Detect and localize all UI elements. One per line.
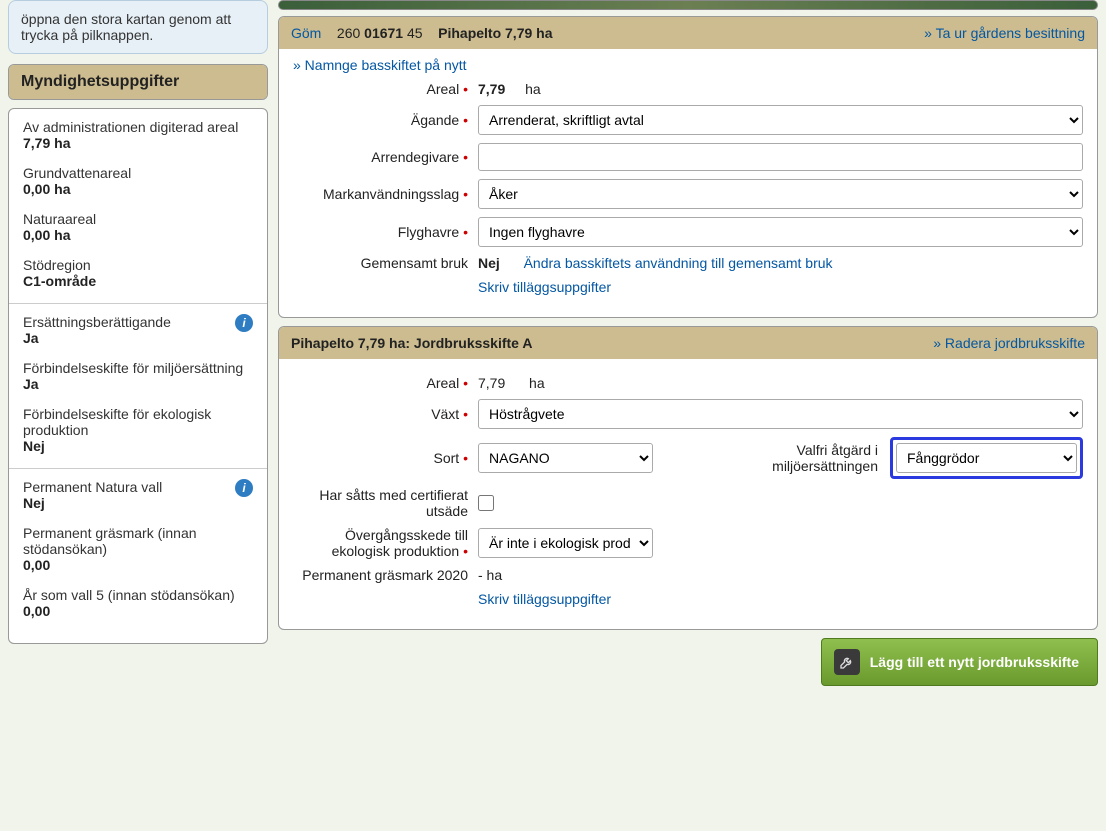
authority-panel: Myndighetsuppgifter [8,64,268,100]
release-link[interactable]: » Ta ur gårdens besittning [924,25,1085,41]
env-action-highlight: Fånggrödor [890,437,1083,479]
stat-region: Stödregion C1-område [23,257,253,289]
info-icon[interactable]: i [235,314,253,332]
delete-subparcel-link[interactable]: » Radera jordbruksskifte [933,335,1085,351]
info-icon[interactable]: i [235,479,253,497]
stat-digitized: Av administrationen digiterad areal 7,79… [23,119,253,151]
wrench-icon [834,649,860,675]
tip-box: öppna den stora kartan genom att trycka … [8,0,268,54]
landuse-select[interactable]: Åker [478,179,1083,209]
eco-transition-select[interactable]: Är inte i ekologisk produ [478,528,653,558]
variety-select[interactable]: NAGANO [478,443,653,473]
sub-extra-info-link[interactable]: Skriv tilläggsuppgifter [478,591,611,607]
env-action-select[interactable]: Fånggrödor [896,443,1077,473]
stat-groundwater: Grundvattenareal 0,00 ha [23,165,253,197]
stat-vall5: År som vall 5 (innan stödansökan) 0,00 [23,587,253,619]
parcel-id: 260 01671 45 [337,25,427,41]
stat-natura: Naturaareal 0,00 ha [23,211,253,243]
base-parcel: Göm 260 01671 45 Pihapelto 7,79 ha » Ta … [278,16,1098,318]
sub-parcel-title: Pihapelto 7,79 ha: Jordbruksskifte A [291,335,532,351]
hide-link[interactable]: Göm [291,25,321,41]
rename-link[interactable]: » Namnge basskiftet på nytt [293,57,467,73]
owner-select[interactable]: Arrenderat, skriftligt avtal [478,105,1083,135]
change-shared-link[interactable]: Ändra basskiftets användning till gemens… [524,255,833,271]
parcel-name: Pihapelto 7,79 ha [438,25,552,41]
stat-perm-grass: Permanent gräsmark (innan stödansökan) 0… [23,525,253,573]
map-strip [278,0,1098,10]
tip-text: öppna den stora kartan genom att trycka … [21,11,231,43]
cert-seed-checkbox[interactable] [478,495,494,511]
stat-env-commit: Förbindelseskifte för miljöersättning Ja [23,360,253,392]
authority-panel-title: Myndighetsuppgifter [9,65,267,99]
wildoat-select[interactable]: Ingen flyghavre [478,217,1083,247]
extra-info-link[interactable]: Skriv tilläggsuppgifter [478,279,611,295]
crop-select[interactable]: Höstrågvete [478,399,1083,429]
stat-eco-commit: Förbindelseskifte för ekologisk produkti… [23,406,253,454]
sub-parcel: Pihapelto 7,79 ha: Jordbruksskifte A » R… [278,326,1098,630]
lessor-input[interactable] [478,143,1083,171]
add-subparcel-button[interactable]: Lägg till ett nytt jordbruksskifte [821,638,1098,686]
